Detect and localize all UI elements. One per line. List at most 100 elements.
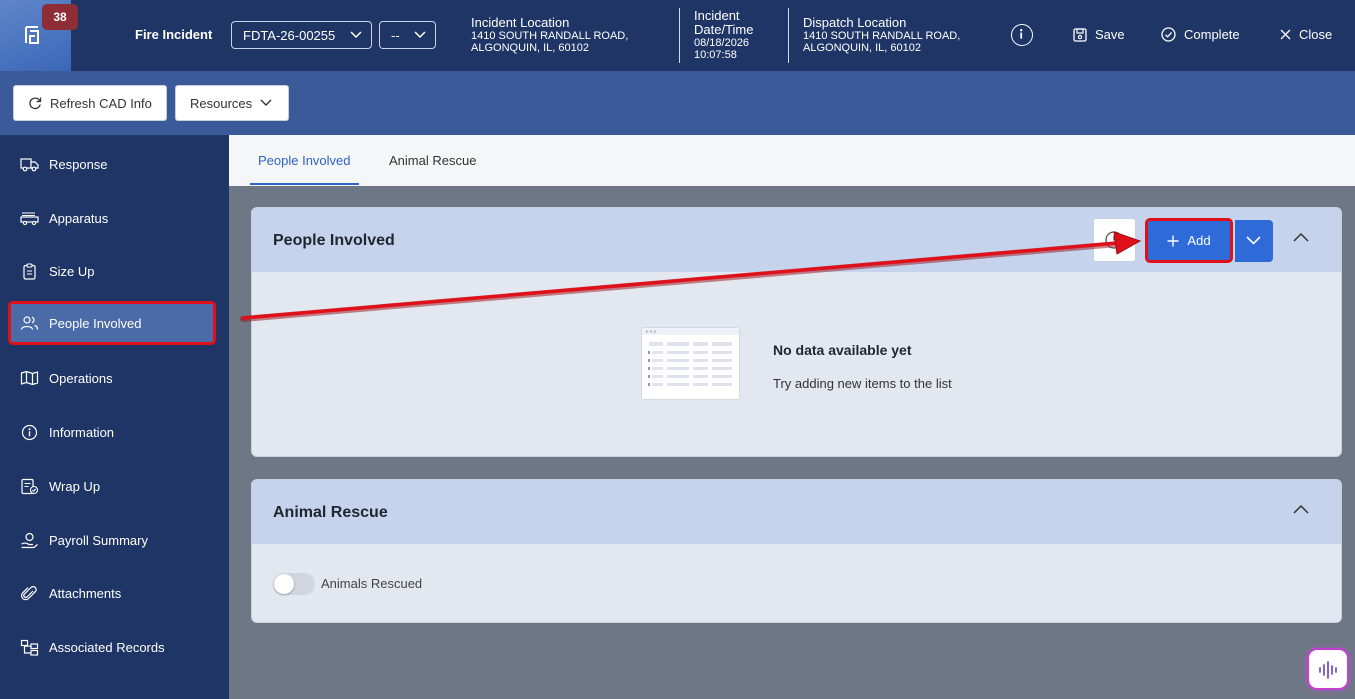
animal-rescue-card: Animal Rescue Animals Rescued [251, 479, 1342, 623]
sidebar-item-label: Information [49, 424, 115, 440]
tab-people-involved[interactable]: People Involved [250, 135, 359, 186]
top-bar: 38 Fire Incident FDTA-26-00255 -- Incide… [0, 0, 1355, 71]
incident-location-line1: 1410 SOUTH RANDALL ROAD, [471, 30, 629, 42]
sidebar-item-payroll-summary[interactable]: Payroll Summary [8, 518, 216, 562]
incident-location-line2: ALGONQUIN, IL, 60102 [471, 42, 589, 54]
tab-animal-rescue[interactable]: Animal Rescue [389, 135, 476, 186]
payroll-icon [21, 532, 38, 548]
sidebar-item-label: Attachments [49, 585, 122, 601]
animal-rescue-title: Animal Rescue [273, 504, 388, 521]
animals-rescued-label: Animals Rescued [321, 576, 423, 591]
tab-label: Animal Rescue [389, 153, 477, 168]
sidebar-item-associated-records[interactable]: Associated Records [8, 625, 216, 669]
history-button[interactable] [1093, 218, 1136, 262]
sidebar-item-size-up[interactable]: Size Up [8, 249, 216, 293]
hierarchy-icon [20, 639, 39, 656]
tab-label: People Involved [258, 153, 351, 168]
clipboard-icon [23, 262, 36, 280]
dispatch-location-line2: ALGONQUIN, IL, 60102 [803, 42, 921, 54]
collapse-chevron-up-icon[interactable] [1293, 232, 1309, 242]
sidebar-item-attachments[interactable]: Attachments [8, 571, 216, 615]
dispatch-location: Dispatch Location 1410 SOUTH RANDALL ROA… [803, 15, 961, 55]
incident-location-label: Incident Location [471, 15, 570, 30]
sidebar-item-label: People Involved [49, 315, 142, 331]
header-divider [788, 8, 789, 63]
plus-icon [1167, 235, 1179, 246]
sidebar-item-label: Associated Records [49, 639, 165, 655]
sidebar-item-wrap-up[interactable]: Wrap Up [8, 464, 216, 508]
history-icon [1105, 231, 1123, 249]
empty-state-subtitle: Try adding new items to the list [773, 376, 952, 391]
incident-datetime: Incident Date/Time 08/18/2026 10:07:58 [694, 8, 754, 62]
fire-engine-icon [20, 212, 39, 226]
notification-badge[interactable]: 38 [42, 4, 78, 30]
chevron-down-icon [350, 31, 362, 39]
incident-location: Incident Location 1410 SOUTH RANDALL ROA… [471, 15, 629, 55]
dispatch-location-label: Dispatch Location [803, 15, 907, 30]
add-button[interactable]: Add [1145, 218, 1233, 263]
people-involved-title: People Involved [273, 232, 395, 249]
sidebar: Response Apparatus Size Up People Involv… [0, 135, 229, 699]
table-illustration-icon [642, 328, 739, 386]
datetime-label-line1: Incident [694, 8, 740, 23]
toggle-knob [274, 574, 294, 594]
refresh-icon [29, 97, 42, 110]
header-divider [679, 8, 680, 63]
empty-table-illustration [641, 327, 740, 400]
incident-number-value: FDTA-26-00255 [243, 27, 336, 43]
sidebar-item-operations[interactable]: Operations [8, 356, 216, 400]
animal-rescue-header: Animal Rescue [252, 480, 1341, 544]
secondary-select-value: -- [391, 27, 400, 43]
people-involved-header: People Involved Add [252, 208, 1341, 272]
incident-time: 10:07:58 [694, 49, 737, 61]
save-button[interactable]: Save [1073, 27, 1125, 42]
sidebar-item-label: Operations [49, 370, 113, 386]
truck-icon [20, 158, 39, 172]
info-icon[interactable] [1011, 24, 1033, 46]
sidebar-item-label: Apparatus [49, 210, 109, 226]
sidebar-item-label: Response [49, 156, 108, 172]
paperclip-icon [21, 585, 37, 600]
empty-state-title: No data available yet [773, 342, 912, 358]
dispatch-location-line1: 1410 SOUTH RANDALL ROAD, [803, 30, 961, 42]
refresh-cad-button[interactable]: Refresh CAD Info [13, 85, 167, 121]
close-icon [1280, 29, 1291, 40]
save-label: Save [1095, 27, 1125, 42]
sidebar-item-response[interactable]: Response [8, 142, 216, 186]
people-icon [20, 316, 39, 330]
map-icon [20, 370, 39, 386]
sound-wave-icon [1319, 661, 1337, 679]
check-circle-icon [1161, 27, 1176, 42]
checklist-icon [21, 478, 39, 494]
animals-rescued-toggle[interactable] [273, 573, 315, 595]
chevron-down-icon [260, 99, 272, 106]
add-label: Add [1187, 233, 1211, 248]
floppy-disk-icon [1073, 27, 1087, 42]
datetime-label-line2: Date/Time [694, 22, 754, 37]
people-involved-card: People Involved Add No data available ye… [251, 207, 1342, 457]
sidebar-item-information[interactable]: Information [8, 410, 216, 454]
resources-dropdown[interactable]: Resources [175, 85, 289, 121]
close-button[interactable]: Close [1280, 27, 1332, 42]
sidebar-item-label: Size Up [49, 263, 95, 279]
close-label: Close [1299, 27, 1333, 42]
sidebar-item-label: Payroll Summary [49, 532, 148, 548]
sidebar-item-label: Wrap Up [49, 478, 101, 494]
incident-date: 08/18/2026 [694, 37, 750, 49]
chevron-down-icon [414, 31, 426, 39]
complete-label: Complete [1184, 27, 1240, 42]
complete-button[interactable]: Complete [1161, 27, 1240, 42]
toolbar: Refresh CAD Info Resources [0, 71, 1355, 135]
incident-number-select[interactable]: FDTA-26-00255 [231, 21, 372, 49]
sidebar-item-apparatus[interactable]: Apparatus [8, 196, 216, 240]
section-tabs: People Involved Animal Rescue [229, 135, 1355, 186]
sidebar-item-people-involved[interactable]: People Involved [8, 301, 216, 345]
collapse-chevron-up-icon[interactable] [1293, 504, 1309, 514]
refresh-cad-label: Refresh CAD Info [50, 95, 152, 111]
info-icon [21, 424, 38, 440]
resources-label: Resources [190, 95, 253, 111]
voice-assistant-button[interactable] [1307, 648, 1349, 690]
secondary-select[interactable]: -- [379, 21, 436, 49]
chevron-down-icon [1246, 236, 1261, 245]
add-options-dropdown[interactable] [1235, 220, 1273, 262]
